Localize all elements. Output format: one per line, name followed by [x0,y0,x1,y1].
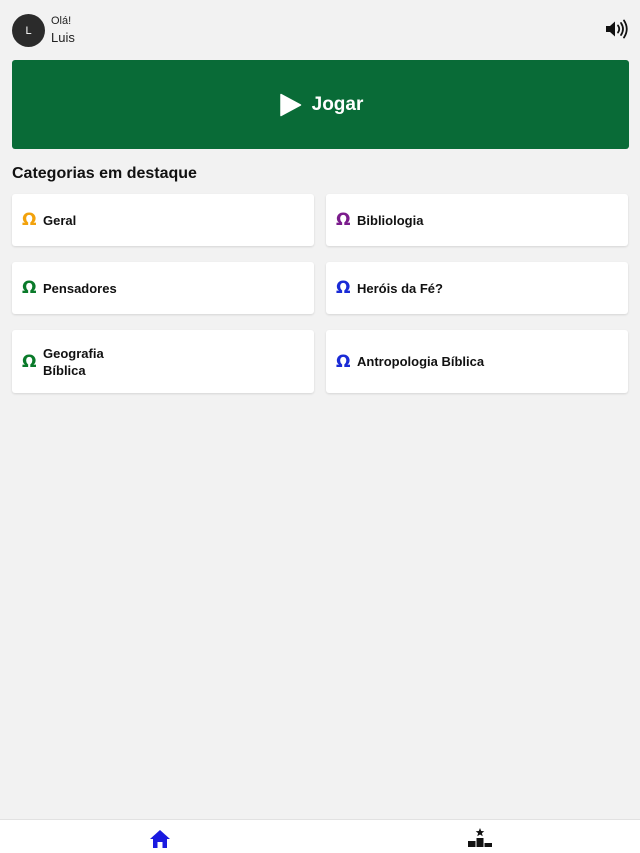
category-card-herois-da-fe[interactable]: Ω Heróis da Fé? [326,262,628,314]
username-text: Luis [51,30,75,45]
category-card-bibliologia[interactable]: Ω Bibliologia [326,194,628,246]
category-card-pensadores[interactable]: Ω Pensadores [12,262,314,314]
omega-icon: Ω [336,278,351,298]
bottom-nav [0,819,640,853]
omega-icon: Ω [336,351,351,372]
play-icon [279,93,301,116]
category-card-geografia-biblica[interactable]: Ω Geografia Bíblica [12,330,314,393]
omega-icon: Ω [22,278,37,298]
category-label: Geral [43,212,77,228]
category-label: Geografia Bíblica [43,345,104,378]
play-label: Jogar [311,93,364,115]
home-icon[interactable] [149,829,171,849]
category-card-antropologia-biblica[interactable]: Ω Antropologia Bíblica [326,330,628,393]
category-label: Heróis da Fé? [357,280,443,296]
play-button[interactable]: Jogar [12,60,629,149]
omega-icon: Ω [336,210,351,230]
greeting-text: Olá! [51,15,72,27]
omega-icon: Ω [22,210,37,230]
volume-icon[interactable] [605,19,629,39]
category-card-geral[interactable]: Ω Geral [12,194,314,246]
header: L Olá! Luis [0,0,640,60]
omega-icon: Ω [22,351,37,372]
ranking-podium-icon[interactable] [467,828,493,848]
category-label: Bibliologia [357,212,424,228]
category-label: Pensadores [43,280,117,296]
category-label: Antropologia Bíblica [357,354,485,369]
avatar[interactable]: L [12,14,45,47]
section-title: Categorias em destaque [12,165,197,182]
